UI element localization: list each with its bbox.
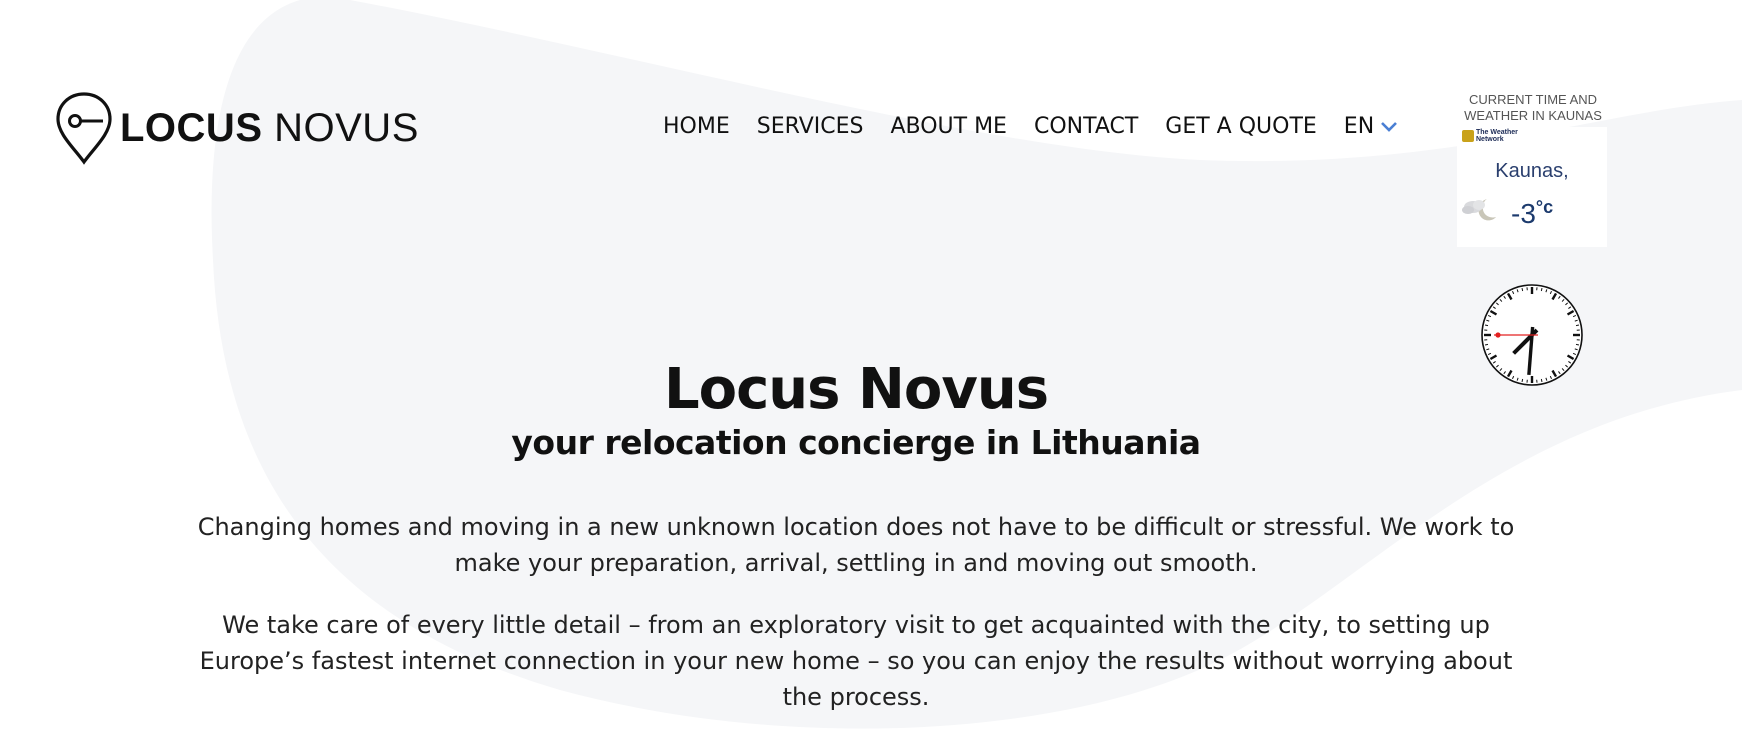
chevron-down-icon xyxy=(1381,121,1398,132)
weather-temperature: -3°c xyxy=(1511,197,1553,230)
weather-provider-logo[interactable]: The Weather Network xyxy=(1462,129,1518,143)
weather-card[interactable]: The Weather Network Kaunas, -3°c xyxy=(1457,127,1607,247)
language-selector[interactable]: EN xyxy=(1344,114,1398,139)
weather-widget: CURRENT TIME AND WEATHER IN KAUNAS The W… xyxy=(1457,92,1609,247)
hero-subtitle: your relocation concierge in Lithuania xyxy=(511,423,1201,462)
clock-second-dot xyxy=(1495,332,1501,338)
hero-title: Locus Novus xyxy=(663,357,1049,422)
provider-name: The Weather Network xyxy=(1476,129,1518,143)
clock-minute-mark xyxy=(1484,324,1489,327)
nav-services[interactable]: SERVICES xyxy=(757,114,864,139)
provider-badge-icon xyxy=(1462,130,1474,142)
temperature-unit: °c xyxy=(1535,197,1554,217)
main-nav: HOME SERVICES ABOUT ME CONTACT GET A QUO… xyxy=(663,114,1398,139)
location-key-icon xyxy=(56,92,112,165)
intro-paragraph: Changing homes and moving in a new unkno… xyxy=(197,513,1515,577)
clock-minute-mark xyxy=(1484,343,1489,346)
widget-title: CURRENT TIME AND WEATHER IN KAUNAS xyxy=(1457,92,1609,124)
nav-about-me[interactable]: ABOUT ME xyxy=(890,114,1007,139)
nav-contact[interactable]: CONTACT xyxy=(1034,114,1138,139)
widget-title-line1: CURRENT TIME AND xyxy=(1468,92,1598,107)
moon-cloud-icon xyxy=(1462,199,1496,221)
clock-minute-mark xyxy=(1521,287,1524,292)
language-label: EN xyxy=(1343,114,1375,139)
brand-name: LOCUS NOVUS xyxy=(120,106,419,151)
weather-city: Kaunas, xyxy=(1495,160,1569,182)
hero-subheading: your relocation concierge in Lithuania xyxy=(0,423,1712,462)
nav-get-a-quote[interactable]: GET A QUOTE xyxy=(1165,114,1317,139)
clock-minute-mark xyxy=(1575,343,1580,346)
hero-heading: Locus Novus xyxy=(0,357,1712,422)
temperature-value: -3 xyxy=(1511,198,1536,229)
brand-name-bold: LOCUS xyxy=(120,105,263,150)
widget-title-line2: WEATHER IN KAUNAS xyxy=(1464,108,1602,123)
clock-minute-mark xyxy=(1540,287,1543,292)
provider-name-line1: The Weather xyxy=(1476,129,1518,136)
details-paragraph: We take care of every little detail – fr… xyxy=(199,611,1513,711)
brand-name-light: NOVUS xyxy=(274,105,419,150)
clock-minute-mark xyxy=(1575,324,1580,327)
nav-home[interactable]: HOME xyxy=(663,114,730,139)
brand-logo[interactable]: LOCUS NOVUS xyxy=(54,90,419,166)
provider-name-line2: Network xyxy=(1476,136,1504,143)
